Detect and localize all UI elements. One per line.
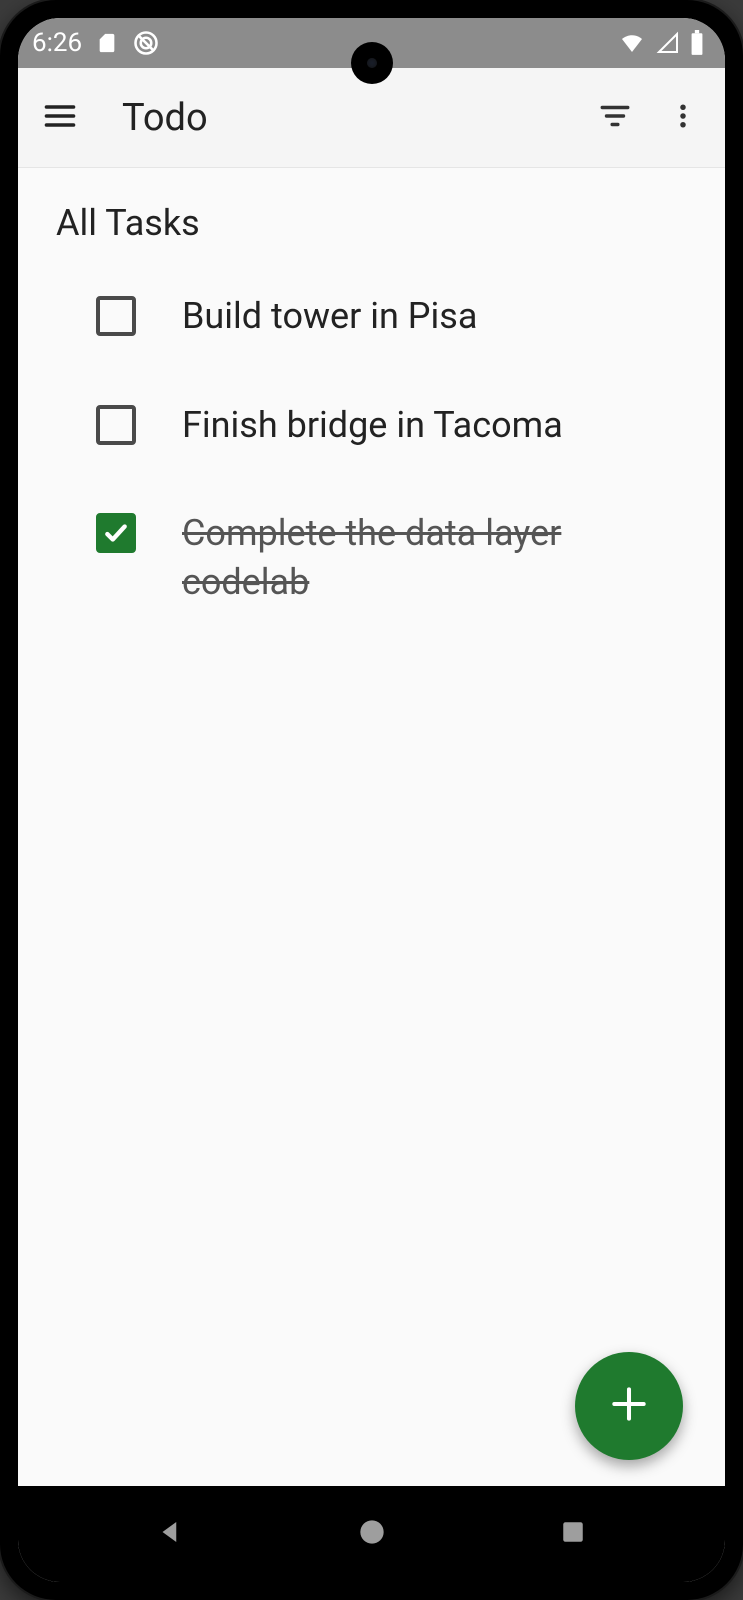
content-area: All Tasks Build tower in Pisa Finish bri…	[18, 168, 725, 1486]
back-triangle-icon	[155, 1517, 185, 1551]
nav-home-button[interactable]	[322, 1504, 422, 1564]
task-label: Complete the data layer codelab	[182, 509, 687, 606]
filter-button[interactable]	[585, 88, 645, 148]
camera-cutout	[351, 42, 393, 84]
plus-icon	[607, 1382, 651, 1430]
section-title: All Tasks	[18, 196, 725, 262]
task-row[interactable]: Finish bridge in Tacoma	[18, 371, 725, 480]
task-checkbox[interactable]	[96, 405, 136, 445]
task-row[interactable]: Build tower in Pisa	[18, 262, 725, 371]
recents-square-icon	[560, 1519, 586, 1549]
app-title: Todo	[122, 96, 577, 140]
navigation-bar	[18, 1486, 725, 1582]
battery-icon	[689, 30, 705, 56]
status-time: 6:26	[32, 28, 82, 58]
screen: 6:26	[18, 18, 725, 1582]
home-circle-icon	[358, 1518, 386, 1550]
add-task-fab[interactable]	[575, 1352, 683, 1460]
task-row[interactable]: Complete the data layer codelab	[18, 479, 725, 636]
menu-button[interactable]	[30, 88, 90, 148]
wifi-icon	[617, 31, 647, 55]
nav-recents-button[interactable]	[523, 1504, 623, 1564]
overflow-button[interactable]	[653, 88, 713, 148]
do-not-disturb-icon	[132, 29, 160, 57]
task-checkbox[interactable]	[96, 513, 136, 553]
nav-back-button[interactable]	[120, 1504, 220, 1564]
task-label: Finish bridge in Tacoma	[182, 401, 687, 450]
task-label: Build tower in Pisa	[182, 292, 687, 341]
cell-signal-icon	[655, 31, 681, 55]
task-checkbox[interactable]	[96, 296, 136, 336]
hamburger-icon	[42, 98, 78, 138]
more-vert-icon	[668, 101, 698, 135]
device-frame: 6:26	[0, 0, 743, 1600]
sd-card-icon	[96, 30, 118, 56]
filter-icon	[598, 99, 632, 137]
